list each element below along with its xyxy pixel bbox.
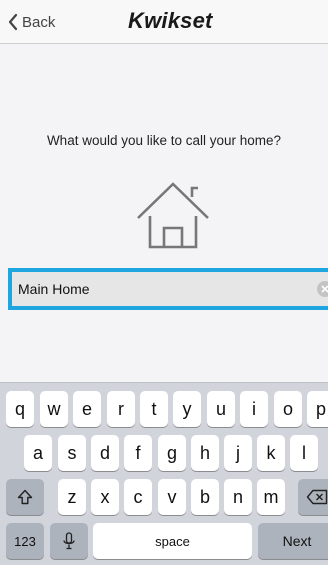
next-key[interactable]: Next (258, 523, 328, 559)
key-x[interactable]: x (91, 479, 119, 515)
key-u[interactable]: u (207, 391, 235, 427)
key-b[interactable]: b (191, 479, 219, 515)
key-d[interactable]: d (91, 435, 119, 471)
shift-key[interactable] (6, 479, 44, 515)
key-v[interactable]: v (158, 479, 186, 515)
key-z[interactable]: z (58, 479, 86, 515)
add-home-screen: Back Kwikset What would you like to call… (0, 0, 328, 565)
key-i[interactable]: i (240, 391, 268, 427)
backspace-icon (306, 489, 328, 505)
backspace-key[interactable] (298, 479, 328, 515)
key-k[interactable]: k (257, 435, 285, 471)
key-c[interactable]: c (124, 479, 152, 515)
prompt-text: What would you like to call your home? (46, 133, 282, 148)
key-l[interactable]: l (290, 435, 318, 471)
key-p[interactable]: p (307, 391, 328, 427)
house-icon (137, 182, 209, 249)
key-w[interactable]: w (40, 391, 68, 427)
back-label: Back (22, 13, 56, 31)
key-g[interactable]: g (158, 435, 186, 471)
key-j[interactable]: j (224, 435, 252, 471)
chevron-left-icon (8, 13, 18, 31)
key-a[interactable]: a (24, 435, 52, 471)
key-n[interactable]: n (224, 479, 252, 515)
key-r[interactable]: r (107, 391, 135, 427)
clear-text-button[interactable] (317, 281, 328, 297)
key-o[interactable]: o (274, 391, 302, 427)
shift-arrow-icon (17, 489, 33, 505)
nav-bar: Back Kwikset (0, 0, 328, 44)
microphone-icon (63, 532, 75, 550)
back-button[interactable]: Back (8, 10, 55, 34)
dictation-key[interactable] (50, 523, 88, 559)
key-s[interactable]: s (58, 435, 86, 471)
clear-x-icon (321, 285, 328, 293)
home-name-input[interactable] (12, 272, 328, 306)
key-t[interactable]: t (140, 391, 168, 427)
key-q[interactable]: q (6, 391, 34, 427)
key-m[interactable]: m (257, 479, 285, 515)
brand-logo: Kwikset (128, 8, 213, 33)
key-e[interactable]: e (73, 391, 101, 427)
onscreen-keyboard: q w e r t y u i o p a s d f g h j k l z … (0, 382, 328, 565)
home-name-field (8, 268, 328, 310)
key-f[interactable]: f (124, 435, 152, 471)
numbers-key[interactable]: 123 (6, 523, 44, 559)
key-y[interactable]: y (173, 391, 201, 427)
space-key[interactable]: space (93, 523, 252, 559)
key-h[interactable]: h (191, 435, 219, 471)
